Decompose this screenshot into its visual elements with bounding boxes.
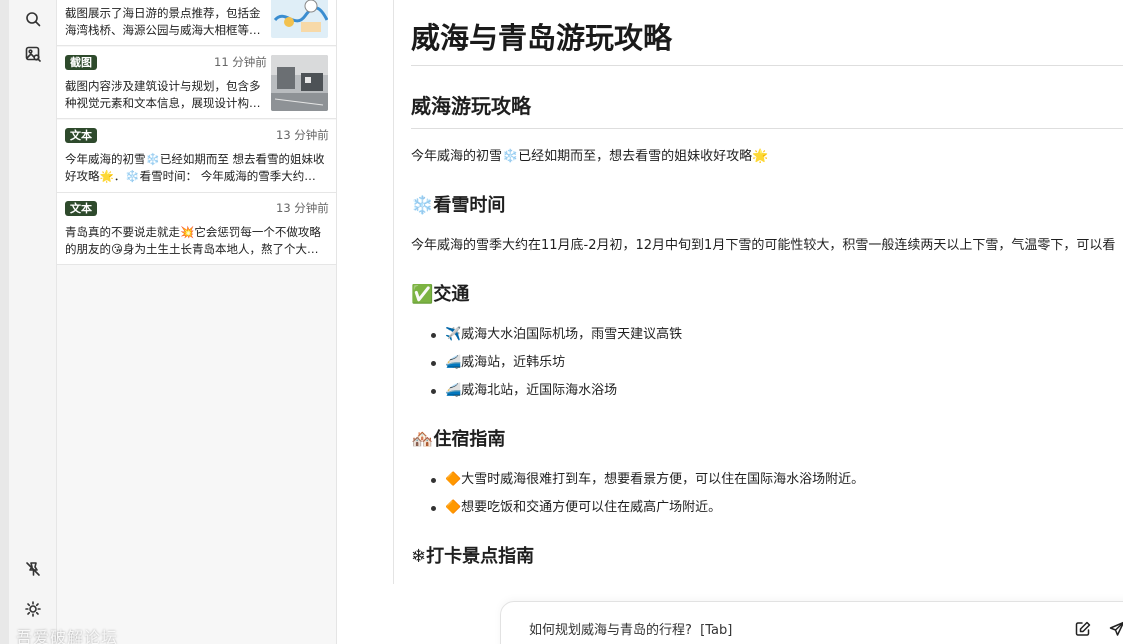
window-edge bbox=[0, 0, 9, 644]
feed-card[interactable]: 文本 13 分钟前 青岛真的不要说走就走💥它会惩罚每一个不做攻略的朋友的😘身为土… bbox=[57, 193, 336, 265]
prompt-input[interactable] bbox=[529, 620, 1049, 640]
intro-paragraph: 今年威海的初雪❄️已经如期而至，想去看雪的姐妹收好攻略🌟 bbox=[411, 149, 769, 164]
transport-heading: ✅交通 bbox=[411, 284, 470, 305]
transport-item-text: ✈️威海大水泊国际机场，雨雪天建议高铁 bbox=[445, 327, 683, 342]
sun-icon[interactable] bbox=[23, 599, 43, 619]
lodging-item: 🔶大雪时威海很难打到车，想要看景方便，可以住在国际海水浴场附近。 bbox=[431, 470, 864, 490]
feed-card-tag: 文本 bbox=[65, 128, 97, 143]
feed-card[interactable]: 文本 13 分钟前 今年威海的初雪❄️已经如期而至 想去看雪的姐妹收好攻略🌟．❄… bbox=[57, 120, 336, 193]
bullet-dot bbox=[431, 477, 436, 483]
map-thumbnail bbox=[271, 0, 328, 38]
transport-item: 🚄威海站，近韩乐坊 bbox=[431, 353, 565, 373]
edit-icon[interactable] bbox=[1075, 621, 1093, 639]
prompt-bar bbox=[500, 601, 1123, 644]
feed-card[interactable]: 截图 11 分钟前 截图内容涉及建筑设计与规划，包含多种视觉元素和文本信息，展现… bbox=[57, 47, 336, 119]
bullet-dot bbox=[431, 332, 436, 338]
feed-card-desc: 截图展示了海日游的景点推荐，包括金海湾栈桥、海源公园与威海大相框等… bbox=[65, 6, 261, 37]
title-divider bbox=[411, 65, 1123, 66]
feed-card[interactable]: 截图展示了海日游的景点推荐，包括金海湾栈桥、海源公园与威海大相框等… bbox=[57, 0, 336, 46]
section-heading-weihai: 威海游玩攻略 bbox=[411, 94, 531, 118]
icon-rail bbox=[9, 0, 57, 644]
feed-card-desc: 今年威海的初雪❄️已经如期而至 想去看雪的姐妹收好攻略🌟．❄️看雪时间： 今年威… bbox=[65, 152, 325, 183]
transport-item-text: 🚄威海北站，近国际海水浴场 bbox=[445, 383, 618, 398]
bullet-dot bbox=[431, 360, 436, 366]
transport-item-text: 🚄威海站，近韩乐坊 bbox=[445, 355, 566, 370]
feed-card-tag: 截图 bbox=[65, 55, 97, 70]
snow-time-paragraph: 今年威海的雪季大约在11月底-2月初，12月中旬到1月下雪的可能性较大，积雪一般… bbox=[411, 238, 1116, 253]
lodging-heading: 🏘️住宿指南 bbox=[411, 429, 506, 450]
bullet-dot bbox=[431, 505, 436, 511]
capture-feed: 截图展示了海日游的景点推荐，包括金海湾栈桥、海源公园与威海大相框等… 截图 11… bbox=[57, 0, 337, 644]
forum-watermark: 吾爱破解论坛 bbox=[16, 628, 119, 644]
section-divider bbox=[411, 128, 1123, 129]
image-search-icon[interactable] bbox=[23, 44, 43, 64]
feed-card-desc: 青岛真的不要说走就走💥它会惩罚每一个不做攻略的朋友的😘身为土生土长青岛本地人，熬… bbox=[65, 225, 321, 256]
bullet-dot bbox=[431, 388, 436, 394]
lodging-item-text: 🔶大雪时威海很难打到车，想要看景方便，可以住在国际海水浴场附近。 bbox=[445, 472, 865, 487]
lodging-item: 🔶想要吃饭和交通方便可以住在威高广场附近。 bbox=[431, 498, 721, 518]
lodging-item-text: 🔶想要吃饭和交通方便可以住在威高广场附近。 bbox=[445, 500, 722, 515]
feed-card-time: 11 分钟前 bbox=[214, 55, 267, 69]
transport-item: ✈️威海大水泊国际机场，雨雪天建议高铁 bbox=[431, 325, 682, 345]
feed-card-time: 13 分钟前 bbox=[276, 201, 329, 215]
feed-card-desc: 截图内容涉及建筑设计与规划，包含多种视觉元素和文本信息，展现设计构… bbox=[65, 79, 261, 110]
snow-time-heading: ❄️看雪时间 bbox=[411, 195, 506, 216]
search-icon[interactable] bbox=[23, 9, 43, 29]
doc-title: 威海与青岛游玩攻略 bbox=[411, 21, 673, 55]
unpin-icon[interactable] bbox=[23, 559, 43, 579]
transport-item: 🚄威海北站，近国际海水浴场 bbox=[431, 381, 617, 401]
architecture-thumbnail bbox=[271, 55, 328, 111]
spots-heading: ❄打卡景点指南 bbox=[411, 546, 535, 567]
feed-card-tag: 文本 bbox=[65, 201, 97, 216]
feed-card-time: 13 分钟前 bbox=[276, 128, 329, 142]
send-icon[interactable] bbox=[1109, 621, 1123, 639]
document-view: 威海与青岛游玩攻略 威海游玩攻略 今年威海的初雪❄️已经如期而至，想去看雪的姐妹… bbox=[393, 0, 1123, 584]
